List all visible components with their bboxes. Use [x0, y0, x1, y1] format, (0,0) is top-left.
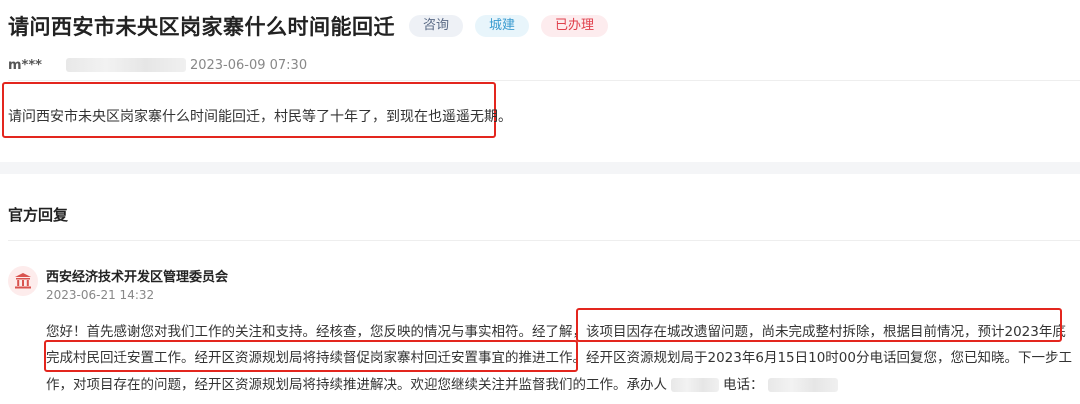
tag-urban-construction[interactable]: 城建	[475, 15, 530, 37]
page-title: 请问西安市未央区岗家寨什么时间能回迁	[8, 15, 395, 39]
reply-date: 2023-06-21 14:32	[46, 288, 155, 302]
section-title-official-reply: 官方回复	[8, 206, 69, 224]
reply-text-segment: 电话：	[723, 377, 764, 393]
reply-text-segment: 作，对项目存在的问题，经开区资源规划局将持续推进解决。欢迎您继续关注并监督我们的…	[46, 377, 667, 393]
divider	[8, 80, 1080, 81]
redacted-info	[65, 58, 186, 72]
reply-text-segment: 您好！首先感谢您对我们工作的关注和支持。经核查，您反映的情况与事实相符。经了解，	[46, 324, 586, 340]
redacted-info	[767, 378, 838, 392]
reply-highlight-box	[576, 308, 1062, 342]
government-building-icon	[8, 266, 38, 296]
reply-text-segment: 经开区资源规划局于2023年6月15日10时00分电话回复您，您已知晓。下一步工	[586, 350, 1072, 366]
reply-highlight-box	[44, 340, 578, 372]
divider	[8, 240, 1080, 241]
redacted-info	[671, 378, 719, 392]
question-meta: m*** 2023-06-09 07:30	[8, 56, 307, 74]
question-date: 2023-06-09 07:30	[189, 57, 308, 73]
status-badge: 已办理	[541, 15, 609, 37]
tag-consult[interactable]: 咨询	[409, 15, 464, 37]
user-name: m***	[8, 57, 42, 73]
reply-org-name: 西安经济技术开发区管理委员会	[46, 270, 229, 285]
question-text: 请问西安市未央区岗家寨什么时间能回迁，村民等了十年了，到现在也遥遥无期。	[8, 109, 512, 125]
title-row: 请问西安市未央区岗家寨什么时间能回迁 咨询 城建 已办理	[8, 8, 609, 44]
section-separator	[0, 162, 1080, 174]
reply-text-line: 作，对项目存在的问题，经开区资源规划局将持续推进解决。欢迎您继续关注并监督我们的…	[46, 373, 838, 393]
